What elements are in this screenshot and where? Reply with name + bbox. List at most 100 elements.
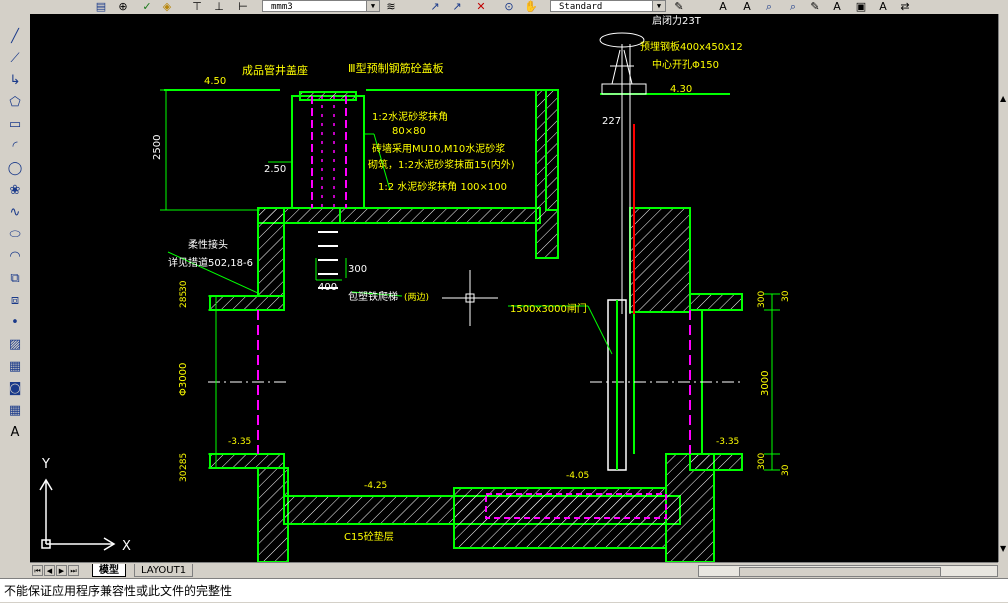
text-style-combo-value: Standard (559, 2, 603, 12)
plaster-label: 砌筑，1:2水泥砂浆抹面15(内外) (368, 158, 515, 171)
dim-300: 300 (348, 264, 367, 275)
arc-icon[interactable]: ◜ (6, 138, 24, 156)
draw-toolbar: ╱ ⟋ ↳ ⬠ ▭ ◜ ◯ ❀ ∿ ⬭ ◠ ⧉ ⧈ • ▨ ▦ ◙ ▦ A (0, 14, 31, 562)
manhole-shaft (291, 91, 365, 209)
edit-text-icon[interactable]: ✎ (808, 0, 822, 13)
scale-text-icon[interactable]: A (830, 0, 844, 13)
elevation-335-right: -3.35 (716, 437, 739, 447)
dim-aligned-icon[interactable]: ⊥ (212, 0, 226, 13)
ellipse-icon[interactable]: ⬭ (6, 226, 24, 244)
horizontal-scrollbar[interactable] (698, 565, 998, 577)
elevation-430-right: 4.30 (670, 84, 692, 95)
pan-icon[interactable]: ✋ (524, 0, 538, 13)
dim-400: 400 (318, 282, 337, 293)
elevation-425: -4.25 (364, 481, 387, 491)
mtext-icon[interactable]: A (6, 424, 24, 442)
tab-next-icon[interactable]: ▶ (56, 565, 67, 576)
diameter-3000: Φ3000 (178, 363, 189, 396)
scroll-up-icon[interactable]: ▲ (1000, 94, 1006, 103)
dim-30-right-bot: 30 (781, 464, 791, 476)
dim-30-right-top: 30 (781, 290, 791, 302)
polyline-icon[interactable]: ↳ (6, 72, 24, 90)
text-style-combo-arrow-icon[interactable]: ▼ (652, 1, 665, 11)
tab-prev-icon[interactable]: ◀ (44, 565, 55, 576)
xline-icon[interactable]: ⟋ (6, 50, 24, 68)
layer-combo[interactable]: mmm3 ▼ (262, 0, 380, 12)
layer-combo-arrow-icon[interactable]: ▼ (366, 1, 379, 11)
drawing-canvas[interactable]: 成品管井盖座 Ⅲ型预制钢筋砼盖板 4.50 4.30 2500 2.50 1:2… (30, 14, 998, 562)
ucs-axis-icon (39, 478, 116, 551)
circle-icon[interactable]: ◯ (6, 160, 24, 178)
gate-label: 1500x3000闸门 (510, 302, 587, 315)
elevation-405: -4.05 (566, 471, 589, 481)
text-icon[interactable]: A (716, 0, 730, 13)
erase-icon[interactable]: ✕ (474, 0, 488, 13)
hatch-icon[interactable]: ▨ (6, 336, 24, 354)
dim-300-right-bot: 300 (757, 453, 767, 470)
polygon-icon[interactable]: ⬠ (6, 94, 24, 112)
horizontal-scroll-thumb[interactable] (739, 567, 941, 577)
drawing-svg: 成品管井盖座 Ⅲ型预制钢筋砼盖板 4.50 4.30 2500 2.50 1:2… (39, 14, 791, 562)
spline-icon[interactable]: ∿ (6, 204, 24, 222)
brick-wall-label: 砖墙采用MU10,M10水泥砂浆 (372, 142, 505, 155)
dim-linear-icon[interactable]: ⊤ (190, 0, 204, 13)
ladder-label: 包塑铁爬梯 (348, 290, 398, 303)
snap-icon[interactable]: ⊕ (116, 0, 130, 13)
gradient-icon[interactable]: ▦ (6, 358, 24, 376)
dim-style-icon[interactable]: ⊢ (236, 0, 250, 13)
justify-text-icon[interactable]: ▣ (854, 0, 868, 13)
insert-block-icon[interactable]: ⧉ (6, 270, 24, 288)
dim-3000-right: 3000 (760, 371, 771, 396)
cushion-label: C15砼垫层 (344, 530, 394, 543)
scroll-down-icon[interactable]: ▼ (1000, 544, 1006, 553)
lid-label: 成品管井盖座 (242, 63, 308, 77)
slab-label: Ⅲ型预制钢筋砼盖板 (348, 61, 444, 75)
text-swap-icon[interactable]: ⇄ (898, 0, 912, 13)
layer-combo-value: mmm3 (271, 2, 293, 12)
dim-285-bot: 285 (179, 453, 189, 470)
fillet-size-label: 80×80 (392, 126, 426, 137)
steel-plate-label: 预埋钢板400x450x12 (640, 40, 743, 53)
axis-x-label: X (122, 539, 131, 554)
arc-tool-icon[interactable]: ↗ (428, 0, 442, 13)
pencil-icon[interactable]: ✎ (672, 0, 686, 13)
line-icon[interactable]: ╱ (6, 28, 24, 46)
dim-2500: 2500 (152, 135, 163, 160)
command-line[interactable]: 不能保证应用程序兼容性或此文件的完整性 (0, 578, 1008, 602)
tab-first-icon[interactable]: ⏮ (32, 565, 43, 576)
text-bold-icon[interactable]: A (876, 0, 890, 13)
axis-y-label: Y (41, 457, 50, 472)
dim-227: 227 (602, 116, 621, 127)
main-chamber (257, 207, 715, 562)
region-icon[interactable]: ◙ (6, 380, 24, 398)
table-icon[interactable]: ▦ (6, 402, 24, 420)
find-icon[interactable]: ⌕ (762, 0, 776, 13)
spell-icon[interactable]: ⌕ (786, 0, 800, 13)
point-icon[interactable]: • (6, 314, 24, 332)
hoist-label: 启闭力23T (652, 14, 702, 27)
arc-tool-2-icon[interactable]: ↗ (450, 0, 464, 13)
text-edit-icon[interactable]: A (740, 0, 754, 13)
tab-model[interactable]: 模型 (92, 564, 126, 577)
elevation-335-left: -3.35 (228, 437, 251, 447)
crosshair-cursor (442, 270, 498, 326)
revcloud-icon[interactable]: ❀ (6, 182, 24, 200)
make-block-icon[interactable]: ⧈ (6, 292, 24, 310)
command-text: 不能保证应用程序兼容性或此文件的完整性 (4, 584, 233, 598)
layer-manager-icon[interactable]: ≋ (384, 0, 398, 13)
fillet-100-label: 1:2 水泥砂浆抹角 100×100 (378, 180, 507, 193)
rectangle-icon[interactable]: ▭ (6, 116, 24, 134)
tab-layout1[interactable]: LAYOUT1 (134, 564, 194, 577)
zoom-icon[interactable]: ⊙ (502, 0, 516, 13)
dim-30-top: 30 (179, 280, 189, 292)
ellipse-arc-icon[interactable]: ◠ (6, 248, 24, 266)
ground-line (164, 89, 730, 95)
tab-last-icon[interactable]: ⏭ (68, 565, 79, 576)
match-icon[interactable]: ✓ (140, 0, 154, 13)
mortar-fillet-label: 1:2水泥砂浆抹角 (372, 110, 448, 123)
flexible-joint-ref: 详见措道502,18-6 (168, 256, 253, 269)
properties-icon[interactable]: ▤ (94, 0, 108, 13)
text-style-combo[interactable]: Standard ▼ (550, 0, 666, 12)
layout-tabbar: ⏮ ◀ ▶ ⏭ 模型 LAYOUT1 (30, 562, 998, 578)
layer-icon[interactable]: ◈ (160, 0, 174, 13)
